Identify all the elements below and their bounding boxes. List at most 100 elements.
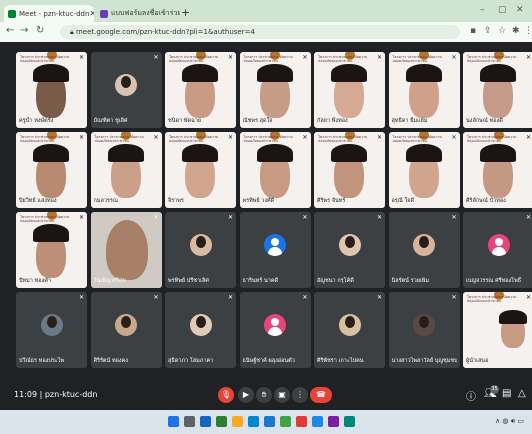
participant-name: ธารินทร์ นาคดี	[242, 278, 279, 284]
participant-name: ผู้นำเสนอ	[466, 358, 489, 364]
start-icon[interactable]	[168, 416, 179, 427]
mic-muted-icon: ✕︎	[302, 294, 308, 301]
slide-header: โครงการ ประชาคมอนามัยความปลอดภัยของประชา…	[467, 55, 517, 63]
camera-icon[interactable]: ▶	[238, 387, 254, 403]
participant-tile[interactable]: โครงการ ประชาคมอนามัยความปลอดภัยของประชา…	[314, 132, 385, 208]
close-icon[interactable]: ✕	[89, 9, 94, 18]
participant-tile[interactable]: ✕︎ พรทิพย์ ปรีชาเลิศ	[165, 212, 236, 288]
tab-meet[interactable]: Meet - pzn-ktuc-ddn ✕	[4, 5, 94, 22]
activities-icon[interactable]: △	[518, 388, 526, 399]
participant-tile[interactable]: โครงการ ประชาคมอนามัยความปลอดภัยของประชา…	[239, 52, 311, 128]
participant-tile[interactable]: โครงการ ประชาคมอนามัยความปลอดภัยของประชา…	[16, 212, 87, 288]
participant-tile[interactable]: ✕︎ ศิริรัตน์ ทองคง	[90, 292, 162, 368]
participant-tile[interactable]: ✕︎ นางสาวไพลาวัลย์ บุญชุมชนสมุทร	[388, 292, 460, 368]
participant-tile[interactable]: โครงการ ประชาคมอนามัยความปลอดภัยของประชา…	[16, 52, 87, 128]
app3-icon[interactable]	[344, 416, 355, 427]
hand-icon[interactable]: ✋︎	[256, 387, 272, 403]
mic-muted-icon: ✕︎	[525, 134, 531, 141]
chrome-icon[interactable]	[280, 416, 291, 427]
participant-tile[interactable]: ✕︎ ปวีณ์ธร ทองประไพ	[16, 292, 87, 368]
extensions-icon[interactable]: ✱	[512, 26, 520, 36]
participant-name: ชนิดา พัดฉาย	[168, 118, 202, 124]
participant-hair	[107, 144, 144, 162]
participant-video	[105, 220, 148, 280]
participant-tile[interactable]: ✕︎ ธารินทร์ นาคดี	[239, 212, 311, 288]
close-window-icon[interactable]: ✕	[516, 5, 524, 15]
participant-tile[interactable]: ✕︎ นิลรัตน์ รวยเพิ่ม	[388, 212, 460, 288]
participant-tile[interactable]: โครงการ ประชาคมอนามัยความปลอดภัยของประชา…	[388, 52, 460, 128]
mic-off-icon[interactable]: 🎙︎	[218, 387, 234, 403]
meet-control-bar: 11:09 | pzn-ktuc-ddn 🎙︎ ▶ ✋︎ ▣ ⋮ ☎︎ ⓘ 👥︎…	[0, 381, 532, 410]
mic-muted-icon: ✕︎	[153, 54, 159, 61]
participant-tile[interactable]: ✕︎ บัณฑิตา ชูเลิศ	[90, 52, 162, 128]
back-icon[interactable]: ←	[6, 25, 14, 36]
participant-tile[interactable]: โครงการ ประชาคมอนามัยความปลอดภัยของประชา…	[463, 132, 532, 208]
slide-header: โครงการ ประชาคมอนามัยความปลอดภัยของประชา…	[94, 135, 144, 143]
app2-icon[interactable]	[328, 416, 339, 427]
maximize-icon[interactable]: ▢	[498, 5, 507, 15]
participant-tile[interactable]: โครงการ ประชาคมอนามัยความปลอดภัยของประชา…	[16, 132, 87, 208]
widgets-icon[interactable]	[216, 416, 227, 427]
participant-name: ปัทมา ทองคำ	[19, 278, 51, 284]
participant-tile[interactable]: โครงการ ประชาคมอนามัยความปลอดภัยของประชา…	[314, 52, 385, 128]
camera-indicator-icon[interactable]: ▪	[470, 26, 476, 36]
participant-tile[interactable]: โครงการ ประชาคมอนามัยความปลอดภัยของประชา…	[90, 132, 162, 208]
participant-name: ปวีณ์ธร ทองประไพ	[19, 358, 65, 364]
file-explorer-icon[interactable]	[232, 416, 243, 427]
participant-tile[interactable]: ✕︎ สุธิดาภา โสมภาคา	[165, 292, 236, 368]
participant-tile[interactable]: ✕︎ วันเพ็ญ ศรีสุข	[90, 212, 162, 288]
search-icon[interactable]	[184, 416, 195, 427]
url-input[interactable]: 🔒︎ meet.google.com/pzn-ktuc-ddn?pli=1&au…	[60, 25, 460, 39]
info-icon[interactable]: ⓘ	[466, 388, 476, 403]
participant-tile[interactable]: ✕︎ อัญชนา กรุโค้ดี	[314, 212, 385, 288]
avatar	[189, 234, 212, 257]
mic-muted-icon: ✕︎	[153, 134, 159, 141]
participant-name: นิลรัตน์ รวยเพิ่ม	[391, 278, 430, 284]
more-icon[interactable]: ⋮	[292, 387, 308, 403]
app-icon[interactable]	[296, 416, 307, 427]
participant-tile[interactable]: โครงการ ประชาคมอนามัยความปลอดภัยของประชา…	[165, 132, 236, 208]
participant-hair	[499, 310, 527, 324]
participant-tile[interactable]: โครงการ ประชาคมอนามัยความปลอดภัยของประชา…	[463, 52, 532, 128]
system-tray[interactable]: ∧ ◍ 🔊︎ ▭	[495, 417, 524, 426]
reload-icon[interactable]: ↻	[36, 25, 44, 36]
word-icon[interactable]	[312, 416, 323, 427]
task-view-icon[interactable]	[200, 416, 211, 427]
avatar	[40, 314, 63, 337]
participant-tile[interactable]: ✕︎ เบญจวรรณ ศรีทองโพธิ์	[463, 212, 532, 288]
present-icon[interactable]: ▣	[274, 387, 290, 403]
participant-name: พรทิพย์ วงศ์ดี	[242, 198, 275, 204]
star-icon[interactable]: ☆	[498, 26, 506, 36]
share-icon[interactable]: ⇪	[484, 26, 492, 36]
forward-icon[interactable]: →	[20, 25, 28, 36]
participant-tile[interactable]: โครงการ ประชาคมอนามัยความปลอดภัยของประชา…	[165, 52, 236, 128]
menu-icon[interactable]: ⋮	[524, 26, 532, 36]
mic-muted-icon: ✕︎	[451, 54, 457, 61]
participant-hair	[182, 64, 218, 82]
participant-count-badge: 35	[490, 385, 499, 394]
slide-header: โครงการ ประชาคมอนามัยความปลอดภัยของประชา…	[243, 55, 293, 63]
participant-tile[interactable]: โครงการ ประชาคมอนามัยความปลอดภัยของประชา…	[388, 132, 460, 208]
participant-tile[interactable]: ✕︎ ศิริพัชรา เกาะไปคน	[314, 292, 385, 368]
edge-icon[interactable]	[248, 416, 259, 427]
participant-name: กัลยา พึ่งทอง	[317, 118, 348, 124]
participant-name: สุธิดาภา โสมภาคา	[168, 358, 214, 364]
slide-header: โครงการ ประชาคมอนามัยความปลอดภัยของประชา…	[20, 55, 70, 63]
meet-favicon-icon	[8, 9, 16, 18]
tab-form[interactable]: แบบฟอร์มลงชื่อเข้าร่วมกิจกรรม ✕	[96, 5, 180, 22]
new-tab-button[interactable]: +	[181, 6, 190, 19]
chat-icon[interactable]: ▤	[502, 388, 511, 399]
browser-tab-bar: Meet - pzn-ktuc-ddn ✕ แบบฟอร์มลงชื่อเข้า…	[0, 0, 532, 22]
participant-name: นงลักษณ์ ทองดี	[466, 118, 503, 124]
participant-tile[interactable]: โครงการ ประชาคมอนามัยความปลอดภัยของประชา…	[239, 132, 311, 208]
participant-tile[interactable]: โครงการ ประชาคมอนามัยความปลอดภัยของประชา…	[463, 292, 532, 368]
end-call-icon[interactable]: ☎︎	[310, 387, 332, 403]
participant-tile[interactable]: ✕︎ ธนิษฐ์ชาค์ ผลุงอ่อนตัว	[239, 292, 311, 368]
minimize-icon[interactable]: –	[480, 5, 485, 15]
participant-name: เบญจวรรณ ศรีทองโพธิ์	[466, 278, 522, 284]
mic-muted-icon: ✕︎	[153, 214, 159, 221]
participant-hair	[331, 144, 367, 162]
participant-name: ศิริรัตน์ ทองคง	[93, 358, 128, 364]
participant-name: วันเพ็ญ ศรีสุข	[93, 278, 126, 284]
store-icon[interactable]	[264, 416, 275, 427]
